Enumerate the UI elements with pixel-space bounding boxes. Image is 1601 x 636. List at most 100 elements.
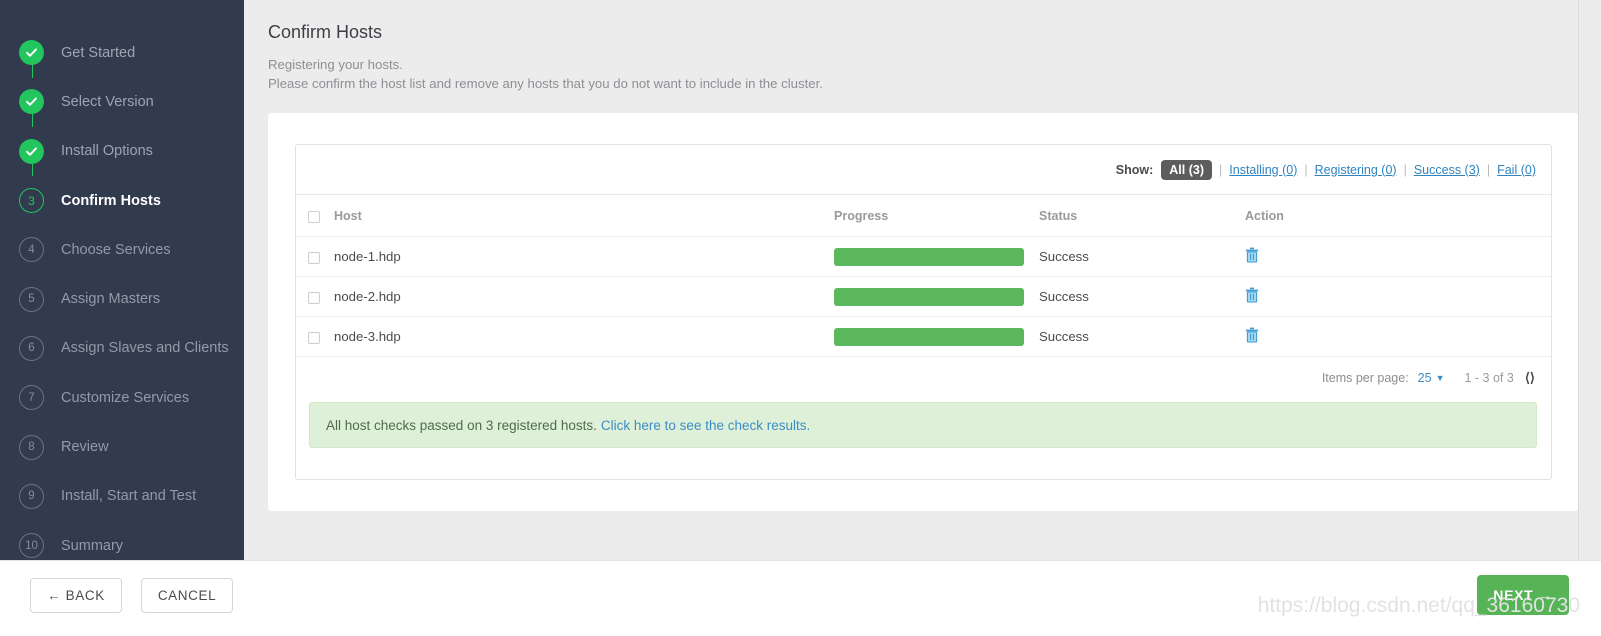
progress-bar-fill	[834, 287, 1024, 306]
sidebar-step-label: Select Version	[61, 93, 154, 110]
trash-icon[interactable]	[1245, 287, 1259, 306]
status-filter-bar: Show: All (3) | Installing (0) | Registering…	[296, 145, 1551, 195]
sidebar-step-label: Install, Start and Test	[61, 488, 197, 505]
sidebar-step-confirm-hosts[interactable]: 3 Confirm Hosts	[0, 176, 244, 225]
cell-host: node-2.hdp	[334, 276, 834, 317]
filter-separator: |	[1486, 162, 1491, 177]
next-button[interactable]: NEXT →	[1477, 575, 1569, 615]
hosts-table-body: node-1.hdp Success node-2.hdp Success node-3…	[296, 236, 1551, 357]
check-icon	[19, 89, 44, 115]
sidebar-step-label: Review	[61, 439, 109, 456]
filter-success-3[interactable]: Success (3)	[1414, 163, 1480, 177]
wizard-sidebar: Get Started Select Version Install Options…	[0, 0, 244, 560]
check-icon	[19, 40, 44, 66]
filter-installing-0[interactable]: Installing (0)	[1229, 163, 1297, 177]
progress-bar-fill	[834, 327, 1024, 346]
progress-bar-track	[834, 327, 1024, 346]
step-number: 6	[19, 335, 44, 361]
check-results-link[interactable]: Click here to see the check results.	[601, 418, 810, 433]
show-label: Show:	[1115, 162, 1154, 177]
host-checks-alert: All host checks passed on 3 registered h…	[309, 402, 1537, 448]
page-subtitle-line-2: Please confirm the host list and remove …	[268, 76, 823, 91]
filter-separator: |	[1304, 162, 1308, 177]
cell-host: node-1.hdp	[334, 236, 834, 277]
right-gutter	[1578, 0, 1601, 560]
progress-bar-fill	[834, 247, 1024, 266]
cell-progress	[834, 236, 1039, 277]
row-checkbox[interactable]	[308, 331, 320, 344]
step-number: 9	[19, 483, 44, 509]
trash-icon[interactable]	[1245, 247, 1259, 266]
select-all-checkbox[interactable]	[308, 210, 320, 223]
row-select-cell	[296, 276, 334, 317]
filter-registering-0[interactable]: Registering (0)	[1315, 163, 1397, 177]
sidebar-step-get-started[interactable]: Get Started	[0, 28, 244, 78]
filter-separator: |	[1403, 162, 1407, 177]
hosts-table: Host Progress Status Action node-1.hdp Su…	[296, 195, 1551, 357]
hosts-card: Show: All (3) | Installing (0) | Registering…	[268, 113, 1578, 511]
sidebar-step-select-version[interactable]: Select Version	[0, 77, 244, 127]
step-number: 10	[19, 533, 44, 559]
filter-all-3[interactable]: All (3)	[1161, 159, 1213, 180]
cell-status: Success	[1039, 236, 1245, 277]
trash-icon[interactable]	[1245, 327, 1259, 346]
table-row: node-2.hdp Success	[296, 276, 1551, 317]
row-select-cell	[296, 316, 334, 357]
row-checkbox[interactable]	[308, 251, 320, 264]
sidebar-step-label: Choose Services	[61, 241, 171, 258]
row-checkbox[interactable]	[308, 291, 320, 304]
status-filter-options: All (3) | Installing (0) | Registering (0) | S…	[1161, 159, 1536, 180]
sidebar-step-review[interactable]: 8 Review	[0, 422, 244, 471]
paginator: Items per page: 25 ▼ 1 - 3 of 3 ⟨ ⟩	[296, 357, 1551, 386]
sidebar-step-label: Customize Services	[61, 389, 190, 406]
chevron-down-icon[interactable]: ▼	[1436, 373, 1445, 383]
column-header-progress: Progress	[834, 195, 1039, 237]
main-content: Confirm Hosts Registering your hosts. Pl…	[244, 0, 1601, 560]
filter-fail-0[interactable]: Fail (0)	[1497, 163, 1536, 177]
sidebar-step-assign-slaves-and-clients[interactable]: 6 Assign Slaves and Clients	[0, 324, 244, 373]
items-per-page-label: Items per page:	[1321, 371, 1409, 385]
back-button[interactable]: ← BACK	[30, 578, 122, 613]
alert-text: All host checks passed on 3 registered h…	[326, 417, 597, 433]
sidebar-step-label: Assign Slaves and Clients	[61, 340, 229, 357]
column-header-action: Action	[1245, 195, 1551, 237]
step-number: 7	[19, 385, 44, 411]
table-row: node-3.hdp Success	[296, 316, 1551, 357]
app-root: Get Started Select Version Install Options…	[0, 0, 1601, 636]
sidebar-step-label: Confirm Hosts	[61, 192, 161, 209]
cell-action	[1245, 316, 1551, 357]
select-all-header	[296, 195, 334, 237]
check-icon	[19, 138, 44, 164]
next-page-icon[interactable]: ⟩	[1530, 370, 1535, 386]
cell-action	[1245, 236, 1551, 277]
sidebar-step-install-options[interactable]: Install Options	[0, 127, 244, 177]
cell-host: node-3.hdp	[334, 316, 834, 357]
step-number: 3	[19, 188, 44, 214]
column-header-status: Status	[1039, 195, 1245, 237]
items-per-page-value[interactable]: 25	[1418, 371, 1432, 385]
wizard-footer: ← BACK CANCEL NEXT →	[0, 560, 1601, 636]
sidebar-step-label: Assign Masters	[61, 291, 161, 308]
hosts-panel: Show: All (3) | Installing (0) | Registering…	[295, 144, 1552, 480]
table-row: node-1.hdp Success	[296, 236, 1551, 277]
cell-action	[1245, 276, 1551, 317]
cell-status: Success	[1039, 316, 1245, 357]
sidebar-step-choose-services[interactable]: 4 Choose Services	[0, 225, 244, 274]
sidebar-step-label: Summary	[61, 537, 124, 554]
sidebar-step-label: Install Options	[61, 143, 153, 160]
sidebar-step-install-start-and-test[interactable]: 9 Install, Start and Test	[0, 472, 244, 521]
cell-progress	[834, 316, 1039, 357]
wizard-step-list: Get Started Select Version Install Options…	[0, 0, 244, 570]
filter-separator: |	[1219, 162, 1223, 177]
sidebar-step-assign-masters[interactable]: 5 Assign Masters	[0, 274, 244, 323]
step-number: 5	[19, 286, 44, 312]
cancel-button[interactable]: CANCEL	[141, 578, 233, 613]
progress-bar-track	[834, 247, 1024, 266]
sidebar-step-customize-services[interactable]: 7 Customize Services	[0, 373, 244, 422]
sidebar-step-label: Get Started	[61, 44, 136, 61]
column-header-host: Host	[334, 195, 834, 237]
page-subtitle-line-1: Registering your hosts.	[268, 57, 403, 72]
progress-bar-track	[834, 287, 1024, 306]
table-header-row: Host Progress Status Action	[296, 195, 1551, 237]
step-number: 8	[19, 434, 44, 460]
